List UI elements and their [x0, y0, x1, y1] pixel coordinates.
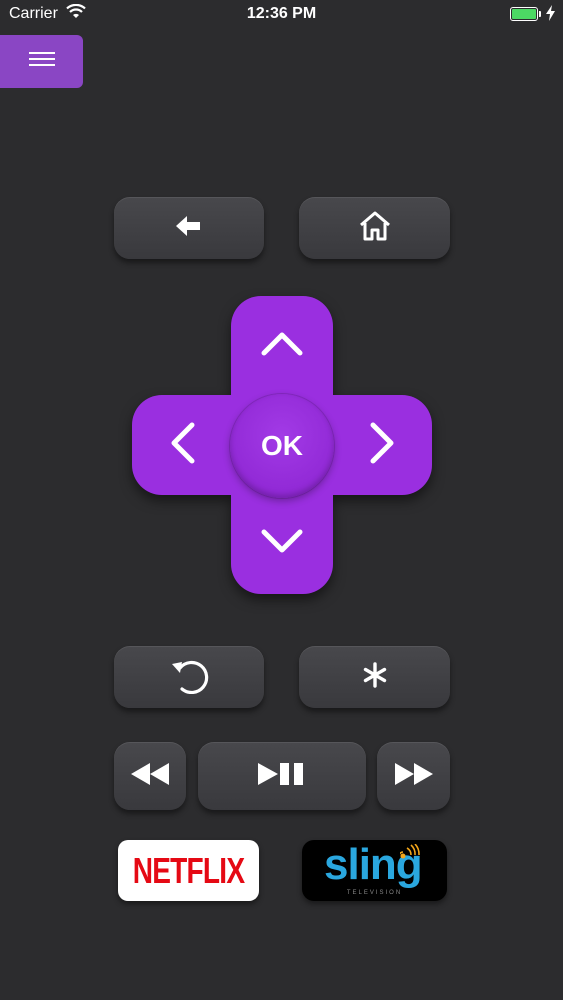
ok-button[interactable]: OK — [230, 394, 334, 498]
down-button[interactable] — [231, 495, 333, 594]
chevron-up-icon — [261, 330, 303, 361]
netflix-button[interactable]: NETFLIX — [118, 840, 259, 901]
netflix-logo: NETFLIX — [132, 849, 245, 891]
hamburger-menu-icon — [28, 52, 55, 71]
instant-replay-button[interactable] — [114, 646, 264, 708]
right-button[interactable] — [333, 395, 432, 495]
play-pause-icon — [258, 762, 306, 790]
battery-icon — [510, 7, 538, 21]
home-icon — [358, 211, 392, 246]
clock: 12:36 PM — [246, 5, 317, 22]
broadcast-waves-icon — [398, 843, 422, 865]
back-arrow-icon — [176, 215, 202, 242]
replay-icon — [168, 656, 210, 699]
rewind-icon — [131, 762, 169, 790]
fast-forward-button[interactable] — [377, 742, 450, 810]
asterisk-icon — [362, 661, 388, 693]
dpad: OK — [132, 296, 432, 594]
menu-button[interactable] — [0, 35, 83, 88]
chevron-right-icon — [370, 422, 396, 469]
fast-forward-icon — [394, 762, 433, 790]
options-button[interactable] — [299, 646, 450, 708]
charging-bolt-icon — [546, 5, 555, 26]
home-button[interactable] — [299, 197, 450, 259]
chevron-down-icon — [261, 529, 303, 560]
back-button[interactable] — [114, 197, 264, 259]
left-button[interactable] — [132, 395, 231, 495]
sling-button[interactable]: sling TELEVISION — [302, 840, 447, 901]
status-bar: Carrier 12:36 PM — [0, 0, 563, 30]
chevron-left-icon — [169, 422, 195, 469]
up-button[interactable] — [231, 296, 333, 395]
play-pause-button[interactable] — [198, 742, 366, 810]
sling-subtitle: TELEVISION — [346, 890, 403, 896]
rewind-button[interactable] — [114, 742, 186, 810]
